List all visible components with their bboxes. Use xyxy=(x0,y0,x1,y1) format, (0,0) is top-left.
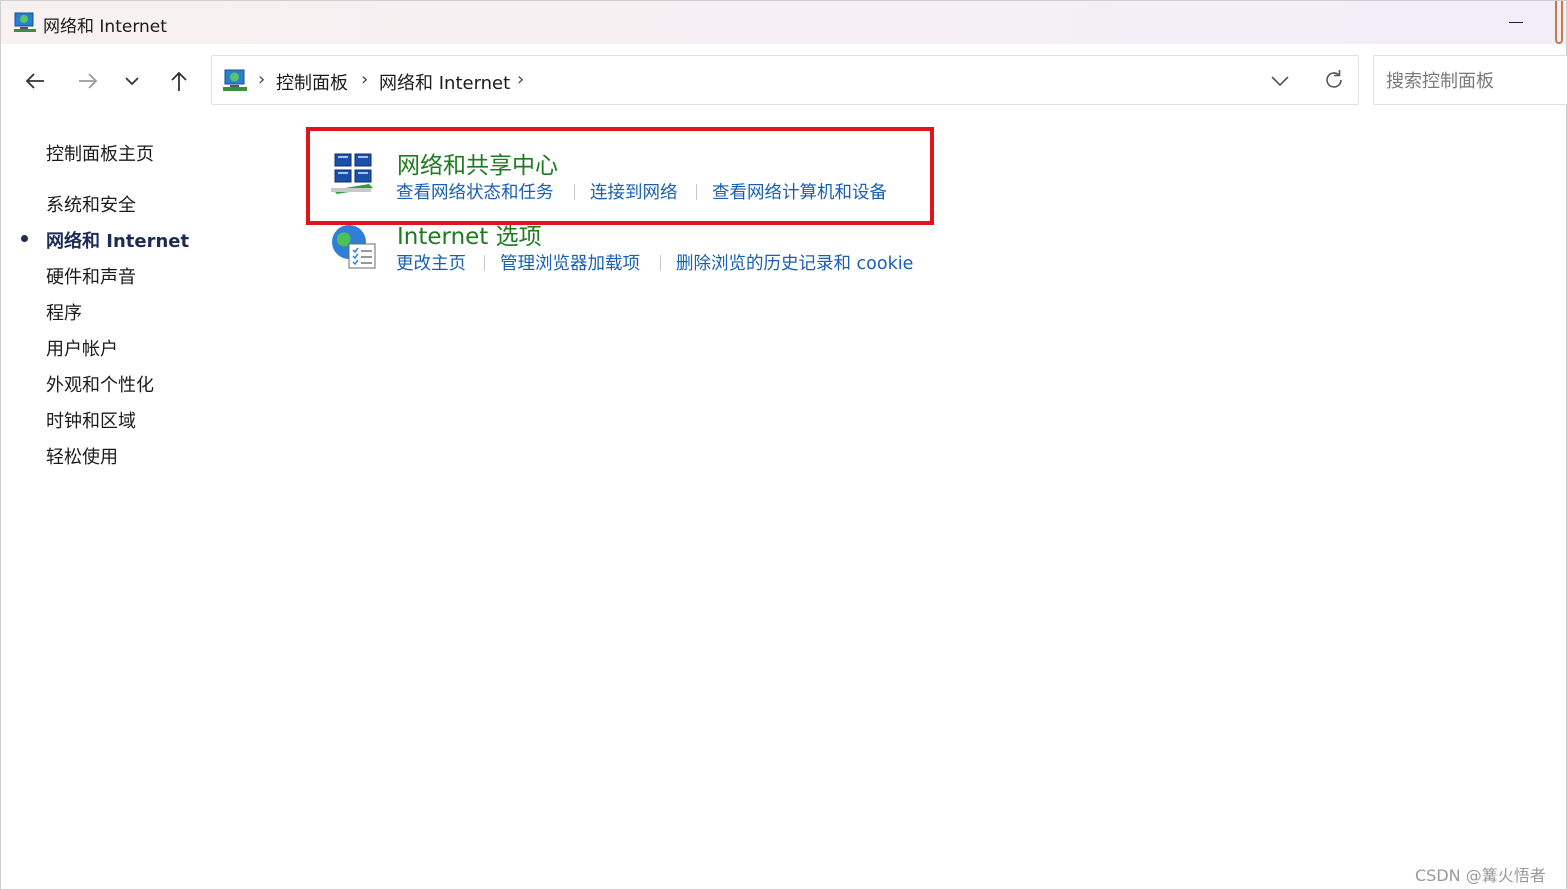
sidebar-item-hardware-sound[interactable]: 硬件和声音 xyxy=(46,263,136,289)
sidebar-item-ease-of-access[interactable]: 轻松使用 xyxy=(46,443,118,469)
minimize-button[interactable] xyxy=(1497,1,1537,44)
category-title-internet-options[interactable]: Internet 选项 xyxy=(397,217,542,251)
arrow-up-icon xyxy=(171,71,187,91)
breadcrumb-separator[interactable]: › xyxy=(517,69,524,90)
category-title-network-sharing-center[interactable]: 网络和共享中心 xyxy=(397,146,558,180)
chevron-down-icon xyxy=(125,77,139,86)
sidebar-item-user-accounts[interactable]: 用户帐户 xyxy=(46,335,118,361)
network-sharing-center-icon xyxy=(331,153,373,194)
link-manage-add-ons[interactable]: 管理浏览器加载项 xyxy=(500,250,640,275)
link-view-network-computers[interactable]: 查看网络计算机和设备 xyxy=(712,179,887,204)
back-button[interactable] xyxy=(17,64,53,98)
arrow-right-icon xyxy=(79,73,98,89)
search-input[interactable] xyxy=(1384,66,1558,96)
watermark: CSDN @篝火悟者 xyxy=(1415,866,1546,885)
search-box[interactable] xyxy=(1373,55,1567,105)
network-globe-icon xyxy=(14,12,36,32)
sidebar-item-appearance[interactable]: 外观和个性化 xyxy=(46,371,154,397)
control-panel-network-icon xyxy=(223,69,247,91)
arrow-left-icon xyxy=(25,73,44,89)
breadcrumb-separator: › xyxy=(258,69,266,90)
address-history-button[interactable] xyxy=(1264,64,1296,96)
title-bar: 网络和 Internet xyxy=(1,1,1566,44)
sidebar-item-control-panel-home[interactable]: 控制面板主页 xyxy=(46,140,154,166)
sidebar-item-clock-region[interactable]: 时钟和区域 xyxy=(46,407,136,433)
refresh-icon xyxy=(1326,70,1342,88)
link-view-network-status[interactable]: 查看网络状态和任务 xyxy=(396,179,554,204)
navigation-bar: › 控制面板 › 网络和 Internet › xyxy=(1,44,1567,116)
window-frame xyxy=(0,0,1567,890)
link-delete-browsing-history[interactable]: 删除浏览的历史记录和 cookie xyxy=(676,250,913,275)
active-indicator-dot xyxy=(21,235,28,242)
window-title: 网络和 Internet xyxy=(43,17,167,37)
chevron-down-icon xyxy=(1271,76,1289,87)
breadcrumb-network-internet[interactable]: 网络和 Internet xyxy=(379,69,510,95)
recent-locations-button[interactable] xyxy=(114,64,150,98)
link-divider xyxy=(484,255,485,271)
sidebar-item-system-security[interactable]: 系统和安全 xyxy=(46,191,136,217)
link-divider xyxy=(574,184,575,200)
up-button[interactable] xyxy=(161,64,197,98)
window-accent xyxy=(1555,1,1563,44)
link-change-home-page[interactable]: 更改主页 xyxy=(396,250,466,275)
internet-options-icon xyxy=(332,225,376,269)
sidebar-item-programs[interactable]: 程序 xyxy=(46,299,82,325)
breadcrumb-separator: › xyxy=(361,69,369,90)
link-connect-to-network[interactable]: 连接到网络 xyxy=(590,179,678,204)
link-divider xyxy=(696,184,697,200)
breadcrumb-control-panel[interactable]: 控制面板 xyxy=(276,69,348,95)
refresh-button[interactable] xyxy=(1318,64,1350,96)
address-bar[interactable]: › 控制面板 › 网络和 Internet › xyxy=(211,55,1359,105)
forward-button[interactable] xyxy=(70,64,106,98)
link-divider xyxy=(660,255,661,271)
sidebar-item-network-internet[interactable]: 网络和 Internet xyxy=(46,227,189,253)
